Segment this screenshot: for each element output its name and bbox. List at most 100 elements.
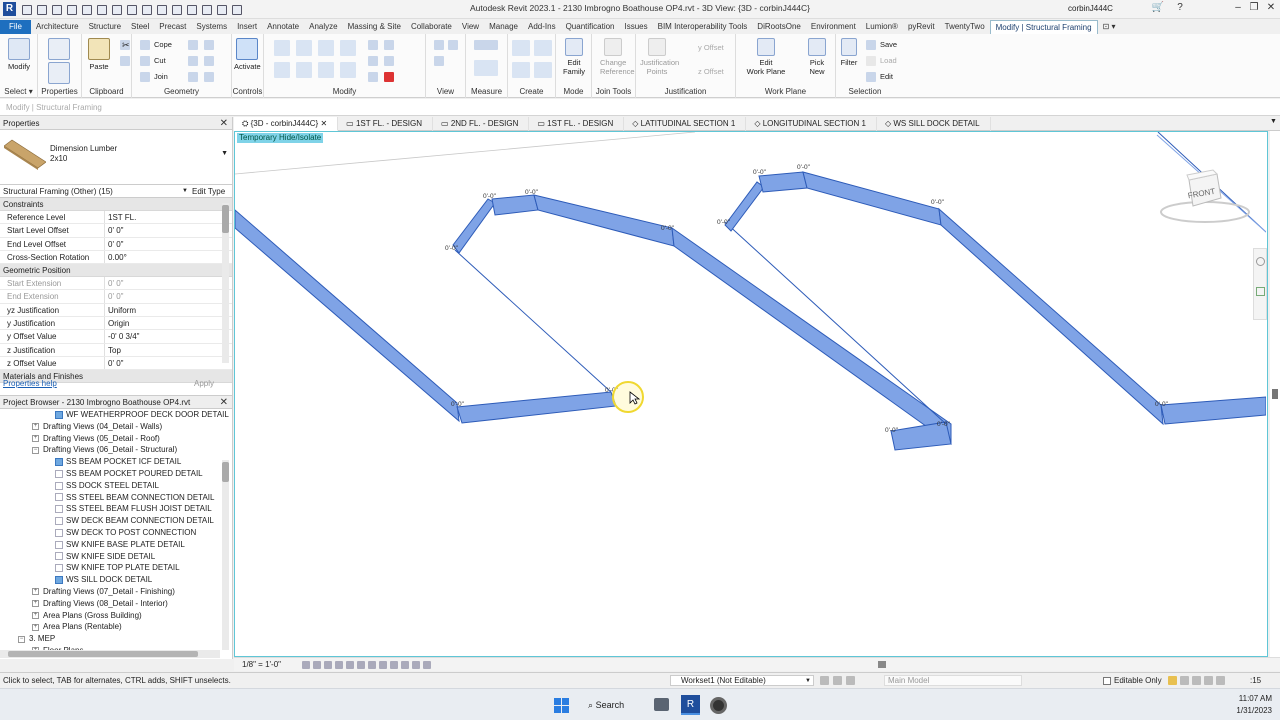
- match-type-icon[interactable]: [120, 56, 130, 66]
- expand-icon[interactable]: +: [32, 423, 39, 431]
- detail-level-icon[interactable]: [302, 661, 310, 669]
- cut-button[interactable]: Cut: [154, 56, 166, 65]
- save-selection-button[interactable]: Save: [880, 40, 897, 49]
- ribbon-tab-steel[interactable]: Steel: [126, 20, 154, 34]
- revit-taskbar-icon[interactable]: R: [681, 695, 700, 715]
- select-by-face-icon[interactable]: [1204, 676, 1213, 685]
- select-links-icon[interactable]: [1168, 676, 1177, 685]
- ribbon-tab-analyze[interactable]: Analyze: [304, 20, 342, 34]
- browser-h-scrollbar[interactable]: [0, 650, 220, 658]
- view-tab[interactable]: ⛭ {3D - corbinJ444C} ✕: [234, 117, 339, 131]
- ribbon-tab-structure[interactable]: Structure: [84, 20, 126, 34]
- help-icon[interactable]: ?: [1172, 2, 1188, 16]
- ribbon-tab-add-ins[interactable]: Add-Ins: [523, 20, 561, 34]
- load-selection-button[interactable]: Load: [880, 56, 897, 65]
- filter-chevron-icon[interactable]: ▼: [182, 185, 188, 198]
- cope-button[interactable]: Cope: [154, 40, 172, 49]
- browser-item[interactable]: SW DECK BEAM CONNECTION DETAIL: [0, 515, 232, 527]
- beam[interactable]: [758, 171, 808, 193]
- type-properties-icon[interactable]: [48, 62, 70, 84]
- property-value[interactable]: Uniform: [105, 304, 136, 316]
- brace-line[interactable]: [454, 249, 612, 393]
- shadows-icon[interactable]: [335, 661, 343, 669]
- ribbon-options-icon[interactable]: ⊡ ▾: [1098, 20, 1121, 34]
- view-tab[interactable]: ▭ 1ST FL. - DESIGN: [529, 117, 625, 131]
- browser-item[interactable]: −3. MEP: [0, 633, 232, 645]
- ribbon-tab-massing-site[interactable]: Massing & Site: [343, 20, 406, 34]
- sync-status-icon[interactable]: [833, 676, 842, 685]
- browser-item[interactable]: SS STEEL BEAM FLUSH JOIST DETAIL: [0, 503, 232, 515]
- select-underlay-icon[interactable]: [1180, 676, 1189, 685]
- ribbon-tab-manage[interactable]: Manage: [484, 20, 523, 34]
- ribbon-tab-dirootsone[interactable]: DiRootsOne: [752, 20, 806, 34]
- linework-icon[interactable]: [434, 56, 444, 66]
- show-crop-icon[interactable]: [368, 661, 376, 669]
- beam[interactable]: [724, 181, 765, 232]
- collapse-icon[interactable]: −: [18, 635, 25, 643]
- move-icon[interactable]: [274, 62, 290, 78]
- h-scroll-thumb[interactable]: [8, 651, 198, 657]
- rotate-icon[interactable]: [318, 62, 334, 78]
- y-offset-button[interactable]: y Offset: [698, 43, 724, 52]
- select-pinned-icon[interactable]: [1192, 676, 1201, 685]
- model-3d-view[interactable]: 0'-0" 0'-0" 0'-0" 0'-0" 0'-0" 0'-0" 0'-0…: [235, 132, 1266, 655]
- close-icon[interactable]: ✕: [220, 396, 228, 409]
- property-value[interactable]: 0' 0": [105, 224, 124, 236]
- cart-icon[interactable]: 🛒: [1150, 2, 1166, 16]
- activate-button[interactable]: Activate: [234, 38, 261, 71]
- array-icon[interactable]: [368, 56, 378, 66]
- user-name[interactable]: corbinJ444C: [1068, 4, 1113, 13]
- change-reference-button[interactable]: Change Reference: [600, 38, 635, 76]
- offset-icon[interactable]: [296, 40, 312, 56]
- create-assembly-icon[interactable]: [512, 40, 530, 56]
- edit-selection-button[interactable]: Edit: [880, 72, 893, 81]
- paint-icon[interactable]: [188, 56, 198, 66]
- browser-item[interactable]: SS BEAM POCKET POURED DETAIL: [0, 468, 232, 480]
- justification-points-button[interactable]: Justification Points: [640, 38, 679, 76]
- brace-line[interactable]: [724, 221, 947, 425]
- clock-time[interactable]: 11:07 AM: [1222, 694, 1272, 703]
- join-button[interactable]: Join: [154, 72, 168, 81]
- paste-button[interactable]: Paste: [86, 38, 112, 71]
- beam[interactable]: [1160, 396, 1266, 425]
- browser-item[interactable]: SW KNIFE SIDE DETAIL: [0, 551, 232, 563]
- property-value[interactable]: 1ST FL.: [105, 211, 136, 223]
- ribbon-tab-twentytwo[interactable]: TwentyTwo: [940, 20, 990, 34]
- align-icon[interactable]: [274, 40, 290, 56]
- property-value[interactable]: 0.00°: [105, 251, 127, 263]
- v-scroll-thumb[interactable]: [1272, 389, 1278, 399]
- property-value[interactable]: Top: [105, 344, 121, 356]
- browser-item[interactable]: SW KNIFE BASE PLATE DETAIL: [0, 539, 232, 551]
- ribbon-tab-precast[interactable]: Precast: [154, 20, 191, 34]
- design-option-dropdown[interactable]: Main Model: [884, 675, 1022, 686]
- beam[interactable]: [491, 194, 539, 216]
- pick-new-button[interactable]: Pick New: [804, 38, 830, 76]
- ribbon-tab-bim-interoperability-tools[interactable]: BIM Interoperability Tools: [653, 20, 753, 34]
- ribbon-tab-quantification[interactable]: Quantification: [561, 20, 620, 34]
- cut-geometry-icon[interactable]: ✂: [122, 40, 132, 50]
- create-similar-icon[interactable]: [534, 62, 552, 78]
- analytical-icon[interactable]: [412, 661, 420, 669]
- delete-icon[interactable]: [384, 72, 394, 82]
- steering-wheel-icon[interactable]: [1256, 257, 1265, 266]
- worksharing-icon[interactable]: [820, 676, 829, 685]
- taskbar-search-button[interactable]: ⌕ Search: [588, 695, 638, 715]
- create-parts-icon[interactable]: [534, 40, 552, 56]
- edit-work-plane-button[interactable]: Edit Work Plane: [744, 38, 788, 76]
- ribbon-tab-architecture[interactable]: Architecture: [31, 20, 84, 34]
- windows-start-icon[interactable]: [554, 698, 569, 713]
- ribbon-tab-systems[interactable]: Systems: [191, 20, 232, 34]
- beam[interactable]: [456, 391, 617, 424]
- properties-icon[interactable]: [48, 38, 70, 60]
- workset-dropdown[interactable]: Workset1 (Not Editable) ▼: [670, 675, 814, 686]
- measure-tool-icon[interactable]: [474, 40, 498, 50]
- expand-icon[interactable]: +: [32, 588, 39, 596]
- close-window-icon[interactable]: ✕: [1263, 2, 1279, 16]
- tabs-overflow-icon[interactable]: ▼: [1270, 118, 1277, 125]
- browser-scrollbar[interactable]: [222, 460, 229, 650]
- recorder-taskbar-icon[interactable]: [710, 697, 727, 714]
- property-section-header[interactable]: Geometric Position: [0, 264, 232, 278]
- task-view-icon[interactable]: [654, 698, 669, 711]
- property-value[interactable]: 0' 0": [105, 357, 124, 369]
- split-face-icon[interactable]: [204, 40, 214, 50]
